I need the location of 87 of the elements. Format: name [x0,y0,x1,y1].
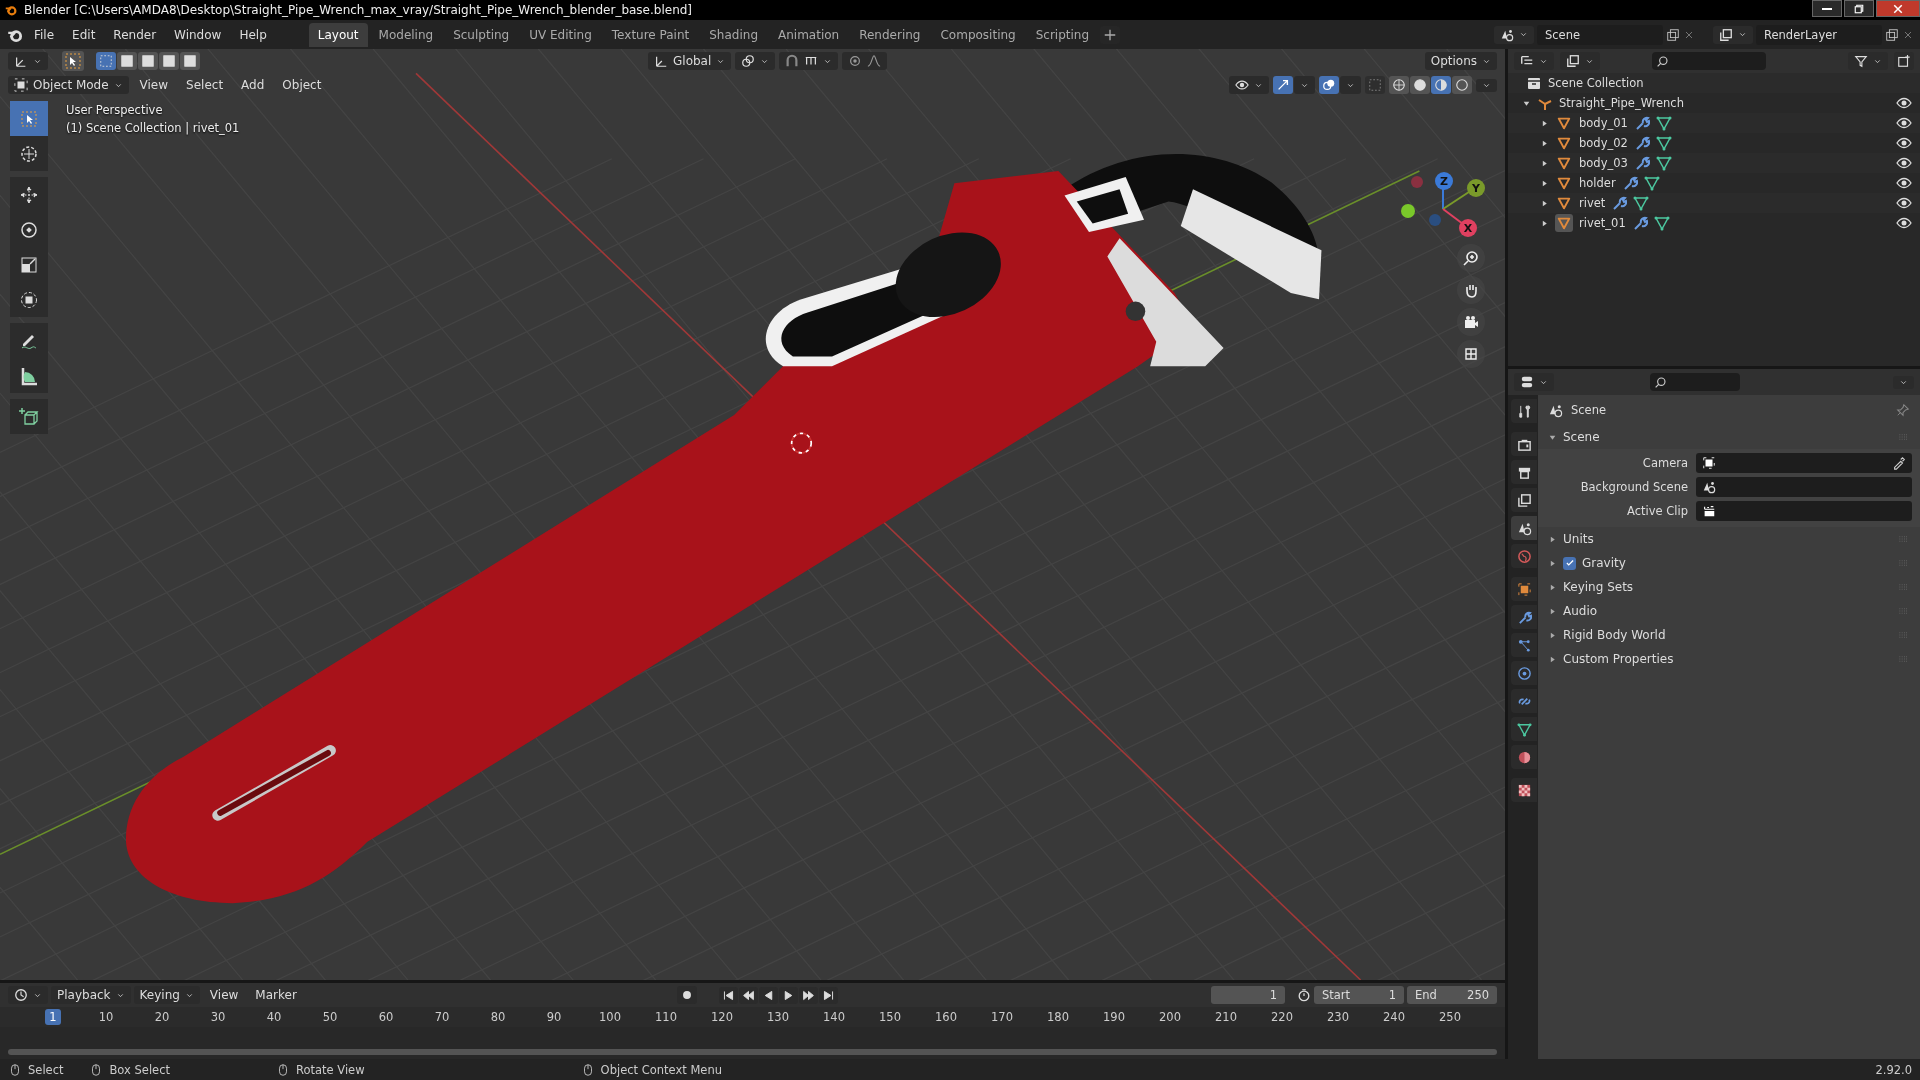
workspace-tab[interactable]: Scripting [1026,22,1099,47]
start-frame-field[interactable]: Start 1 [1314,986,1404,1004]
scene-field[interactable]: Scene [1537,24,1663,45]
frame-number: 170 [991,1010,1013,1024]
frame-number: 120 [711,1010,733,1024]
menu-item[interactable]: Help [231,24,275,45]
outliner-item[interactable]: body_03 [1579,156,1628,170]
field-label: Background Scene [1579,480,1688,494]
timeline-menu[interactable]: Playback [51,986,131,1004]
panel-title: Units [1563,532,1594,546]
frame-number: 10 [98,1010,114,1024]
frame-number: 220 [1271,1010,1293,1024]
frame-number: 110 [655,1010,677,1024]
workspace-tab[interactable]: Modeling [369,22,443,47]
menu-item[interactable]: File [26,24,63,45]
outliner-item[interactable]: Straight_Pipe_Wrench [1559,96,1684,110]
frame-number: 150 [879,1010,901,1024]
options-dropdown[interactable]: Options [1424,52,1497,70]
frame-number: 70 [434,1010,450,1024]
frame-number: 40 [266,1010,282,1024]
timeline-menu[interactable]: Marker [248,986,304,1004]
current-frame-marker[interactable]: 1 [45,1009,61,1025]
viewport-info-text: (1) Scene Collection | rivet_01 [66,121,240,135]
outliner-item[interactable]: holder [1579,176,1616,190]
workspace-tab[interactable]: Texture Paint [602,22,699,47]
workspace-tab[interactable]: Sculpting [444,22,519,47]
menu-item[interactable]: Edit [64,24,104,45]
panel-title: Rigid Body World [1563,628,1666,642]
frame-number: 160 [935,1010,957,1024]
outliner-item[interactable]: rivet_01 [1579,216,1626,230]
panel-title: Custom Properties [1563,652,1674,666]
frame-number: 190 [1103,1010,1125,1024]
orientation-dropdown[interactable]: Global [648,52,732,70]
window-title: Blender [C:\Users\AMDA8\Desktop\Straight_Pipe_Wrench_max_vray/Straight_Pipe_Wrench_blender_base.blend] [24,3,693,17]
menu-item[interactable]: Render [105,24,165,45]
frame-number: 240 [1383,1010,1405,1024]
panel-title: Audio [1563,604,1598,618]
outliner-item[interactable]: body_02 [1579,136,1628,150]
gizmo-axis-label[interactable]: Z [1435,172,1453,190]
frame-number: 130 [767,1010,789,1024]
frame-number: 250 [1439,1010,1461,1024]
frame-number: 60 [378,1010,394,1024]
outliner-item[interactable]: body_01 [1579,116,1628,130]
mode-dropdown[interactable]: Object Mode [8,76,129,94]
frame-number: 140 [823,1010,845,1024]
status-hint: Object Context Menu [600,1062,722,1077]
status-hint: Select [28,1062,64,1077]
frame-number: 20 [154,1010,170,1024]
outliner-item[interactable]: Scene Collection [1548,76,1644,90]
end-frame-field[interactable]: End 250 [1407,986,1497,1004]
current-frame-field[interactable]: 1 [1211,986,1285,1004]
outliner-item[interactable]: rivet [1579,196,1606,210]
frame-number: 230 [1327,1010,1349,1024]
context-label: Scene [1571,403,1607,417]
gizmo-axis-label[interactable]: Y [1467,179,1485,197]
workspace-tab[interactable]: Compositing [931,22,1025,47]
status-hint: Rotate View [296,1062,365,1077]
frame-number: 30 [210,1010,226,1024]
timeline-menu[interactable]: View [202,986,246,1004]
header-menu[interactable]: Add [234,76,272,94]
workspace-tab[interactable]: Rendering [850,22,930,47]
frame-number: 100 [599,1010,621,1024]
panel-title: Scene [1563,430,1600,444]
frame-number: 200 [1159,1010,1181,1024]
panel-title: Keying Sets [1563,580,1634,594]
frame-number: 50 [322,1010,338,1024]
version-label: 2.92.0 [1875,1062,1912,1077]
field-label: Active Clip [1626,504,1688,518]
workspace-tab[interactable]: Shading [700,22,767,47]
workspace-tab[interactable]: UV Editing [520,22,601,47]
header-menu[interactable]: View [132,76,176,94]
field-label: Camera [1641,456,1688,470]
panel-title: Gravity [1582,556,1626,570]
frame-number: 90 [546,1010,562,1024]
header-menu[interactable]: Object [275,76,329,94]
gizmo-axis-label[interactable]: X [1459,219,1477,237]
status-hint: Box Select [109,1062,170,1077]
view-layer-field[interactable]: RenderLayer [1756,24,1882,45]
frame-number: 180 [1047,1010,1069,1024]
menu-item[interactable]: Window [166,24,230,45]
frame-number: 80 [490,1010,506,1024]
header-menu[interactable]: Select [179,76,231,94]
workspace-tab[interactable]: Animation [769,22,849,47]
timeline-menu[interactable]: Keying [133,986,200,1004]
viewport-info-text: User Perspective [66,103,164,117]
frame-number: 210 [1215,1010,1237,1024]
workspace-tab[interactable]: Layout [308,22,368,47]
